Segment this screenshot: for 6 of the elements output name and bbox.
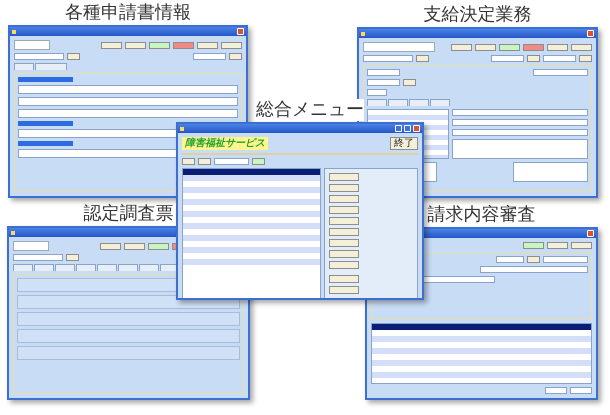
caption: 請求内容審査 xyxy=(426,204,536,226)
caption: 支給決定業務 xyxy=(422,4,532,26)
caption: 総合メニュー xyxy=(256,99,364,121)
caption: 認定調査票 xyxy=(82,203,174,225)
logo: 障害福祉サービス xyxy=(182,137,268,150)
caption: 各種申請書情報 xyxy=(64,2,192,24)
